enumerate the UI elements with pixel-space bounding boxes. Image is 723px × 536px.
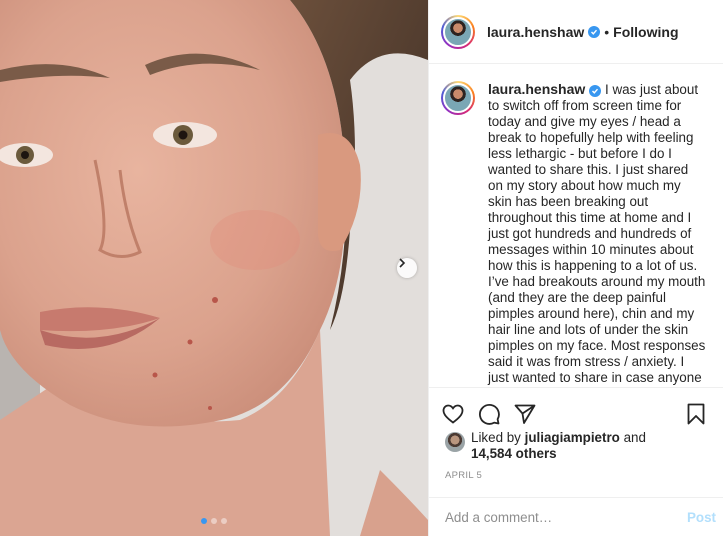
verified-badge-icon <box>589 85 602 97</box>
caption-section: laura.henshaw I was just about to switch… <box>429 65 723 386</box>
post-actions: Liked by juliagiampietro and 14,584 othe… <box>429 387 723 497</box>
following-button[interactable]: Following <box>613 24 678 40</box>
author-username[interactable]: laura.henshaw <box>487 24 584 40</box>
heart-icon <box>442 404 464 424</box>
carousel-dot-3 <box>221 518 227 524</box>
likes-text: Liked by juliagiampietro and 14,584 othe… <box>471 430 646 462</box>
chevron-right-icon <box>399 258 406 268</box>
share-button[interactable] <box>513 402 537 426</box>
bookmark-icon <box>687 403 705 425</box>
verified-badge-icon <box>588 25 601 38</box>
like-button[interactable] <box>441 402 465 426</box>
likes-count[interactable]: 14,584 others <box>471 446 557 461</box>
caption: laura.henshaw I was just about to switch… <box>488 81 706 386</box>
header-separator: • <box>604 23 610 40</box>
post-sidebar: laura.henshaw • Following laura.henshaw … <box>428 0 723 536</box>
liked-by-prefix: Liked by <box>471 430 521 445</box>
post-header: laura.henshaw • Following <box>429 0 723 64</box>
post-comment-button[interactable]: Post <box>687 510 716 525</box>
author-avatar[interactable] <box>441 14 475 49</box>
likes-summary: Liked by juliagiampietro and 14,584 othe… <box>429 430 723 462</box>
liker-avatar[interactable] <box>445 432 465 452</box>
post-photo[interactable] <box>0 0 428 536</box>
paper-plane-icon <box>514 404 536 424</box>
comment-input[interactable] <box>445 509 687 525</box>
carousel-dot-2 <box>211 518 217 524</box>
comment-button[interactable] <box>477 402 501 426</box>
selfie-image <box>0 0 428 536</box>
action-icons <box>429 388 723 430</box>
liked-by-and: and <box>623 430 646 445</box>
post-date[interactable]: APRIL 5 <box>429 470 723 481</box>
carousel-dot-1 <box>201 518 207 524</box>
save-button[interactable] <box>684 402 708 426</box>
liked-by-user[interactable]: juliagiampietro <box>525 430 620 445</box>
comment-icon <box>479 404 500 425</box>
comment-bar: Post <box>429 497 723 536</box>
caption-username[interactable]: laura.henshaw <box>488 81 585 97</box>
carousel-next-button[interactable] <box>397 258 417 278</box>
carousel-indicator <box>201 518 227 524</box>
caption-body: I was just about to switch off from scre… <box>488 82 706 385</box>
caption-author-avatar[interactable] <box>441 81 475 115</box>
